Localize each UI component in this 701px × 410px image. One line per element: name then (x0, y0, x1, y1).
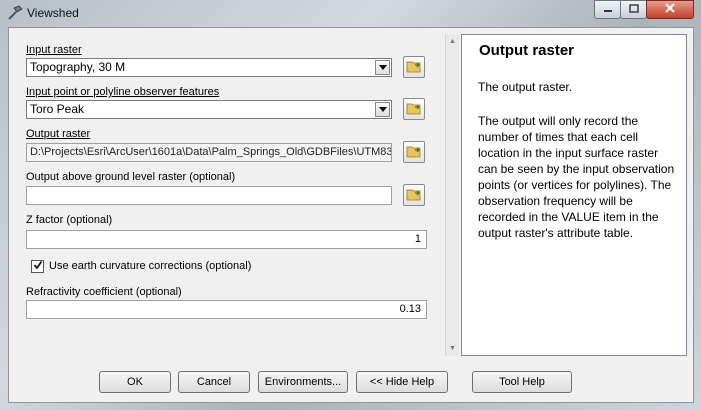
help-paragraph-2: The output will only record the number o… (478, 114, 675, 240)
above-ground-field[interactable] (26, 186, 392, 205)
ok-button[interactable]: OK (99, 371, 171, 393)
observer-label: Input point or polyline observer feature… (26, 86, 220, 98)
chevron-down-icon[interactable] (375, 60, 390, 75)
dialog-client: Input raster Topography, 30 M Input poin… (8, 27, 694, 403)
close-button[interactable] (646, 0, 694, 19)
params-scrollbar[interactable]: ▲ ▼ (445, 34, 459, 356)
chevron-down-icon[interactable] (375, 102, 390, 117)
window-title: Viewshed (27, 6, 79, 20)
input-raster-browse-button[interactable] (403, 56, 425, 78)
above-ground-browse-button[interactable] (403, 184, 425, 206)
output-raster-field[interactable]: D:\Projects\Esri\ArcUser\1601a\Data\Palm… (26, 143, 392, 162)
input-raster-value: Topography, 30 M (30, 60, 126, 74)
input-raster-label: Input raster (26, 44, 82, 56)
hide-help-button[interactable]: << Hide Help (356, 371, 448, 393)
maximize-button[interactable] (620, 0, 647, 19)
scroll-up-icon[interactable]: ▲ (446, 35, 459, 48)
minimize-icon (603, 4, 613, 16)
help-paragraph-1: The output raster. (478, 80, 573, 94)
folder-icon (406, 59, 422, 76)
maximize-icon (628, 3, 639, 16)
scroll-down-icon[interactable]: ▼ (446, 342, 459, 355)
above-ground-label: Output above ground level raster (option… (26, 171, 236, 183)
observer-browse-button[interactable] (403, 98, 425, 120)
hammer-icon (6, 4, 24, 22)
environments-button[interactable]: Environments... (258, 371, 348, 393)
curvature-label: Use earth curvature corrections (optiona… (49, 260, 252, 272)
input-raster-combo[interactable]: Topography, 30 M (26, 58, 392, 77)
observer-value: Toro Peak (30, 102, 85, 116)
refractivity-label: Refractivity coefficient (optional) (26, 286, 182, 298)
folder-icon (406, 187, 422, 204)
parameters-panel: Input raster Topography, 30 M Input poin… (24, 34, 452, 356)
folder-icon (406, 144, 422, 161)
help-title: Output raster (479, 42, 575, 59)
output-raster-browse-button[interactable] (403, 141, 425, 163)
close-icon (664, 3, 676, 16)
z-factor-field[interactable]: 1 (26, 230, 427, 249)
z-factor-label: Z factor (optional) (26, 214, 113, 226)
title-bar: Viewshed (0, 0, 701, 27)
curvature-checkbox[interactable] (31, 260, 44, 273)
output-raster-label: Output raster (26, 128, 91, 140)
checkmark-icon (33, 260, 43, 273)
folder-icon (406, 101, 422, 118)
tool-help-button[interactable]: Tool Help (472, 371, 572, 393)
refractivity-field[interactable]: 0.13 (26, 300, 427, 319)
minimize-button[interactable] (594, 0, 621, 19)
cancel-button[interactable]: Cancel (178, 371, 250, 393)
help-pane: Output raster The output raster. The out… (461, 34, 687, 356)
observer-combo[interactable]: Toro Peak (26, 100, 392, 119)
